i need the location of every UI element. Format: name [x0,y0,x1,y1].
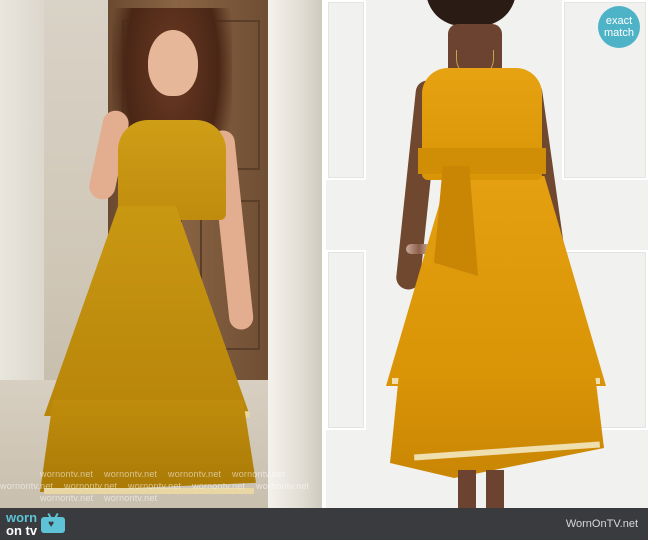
dress-skirt-lower [390,378,604,478]
watermark-text: wornontv.net [232,469,286,479]
door-frame [268,0,322,508]
watermark-text: wornontv.net [104,493,158,503]
dress-bodice [118,120,226,220]
logo-word-bottom: on tv [6,522,38,538]
photo-left-scene [0,0,322,508]
dress-sash [418,148,546,174]
badge-line1: exact [605,15,633,27]
model-hair [426,0,516,26]
watermark-text: wornontv.net [192,481,246,491]
wall-panel [326,250,366,430]
watermark-text: wornontv.net [40,469,94,479]
watermark-text: wornontv.net [64,481,118,491]
exact-match-badge: exact match [598,6,640,48]
wall-panel [326,0,366,180]
watermark-text: wornontv.net [104,469,158,479]
site-logo[interactable]: worn on tv ♥ [6,509,66,538]
model-leg [486,470,504,508]
watermark-text: wornontv.net [0,481,54,491]
badge-line2: match [604,27,634,39]
logo-word-top: worn [6,509,38,525]
photo-right-product [326,0,648,508]
watermark-text: wornontv.net [128,481,182,491]
tv-heart-icon: ♥ [41,512,66,535]
model-leg [458,470,476,508]
watermark-text: wornontv.net [40,493,94,503]
watermark-text: wornontv.net [256,481,310,491]
footer-bar: worn on tv ♥ WornOnTV.net [0,508,648,540]
face [148,30,198,96]
watermark-text: wornontv.net [168,469,222,479]
site-credit[interactable]: WornOnTV.net [566,518,638,530]
